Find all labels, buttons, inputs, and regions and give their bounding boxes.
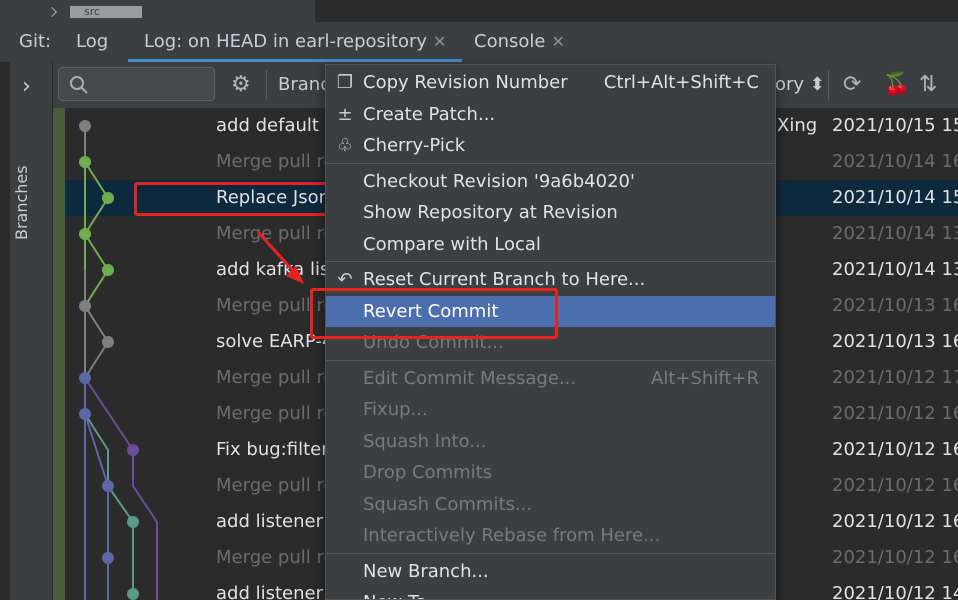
menu-item-fixup[interactable]: Fixup...: [326, 394, 775, 425]
menu-item-squash-into[interactable]: Squash Into...: [326, 426, 775, 457]
menu-item-label: Squash Into...: [363, 430, 487, 452]
menu-item-label: Edit Commit Message...: [363, 367, 577, 389]
menu-item-label: New Ta: [363, 587, 427, 599]
expand-chevron-icon[interactable]: ›: [22, 74, 31, 99]
menu-item-copy-revision-number[interactable]: ❐ Copy Revision Number Ctrl+Alt+Shift+C: [326, 67, 775, 98]
menu-item-label: Cherry-Pick: [363, 135, 466, 156]
commit-message: Merge pull re: [216, 475, 335, 496]
annotation-highlight-revert: [310, 288, 558, 339]
menu-item-label: Show Repository at Revision: [363, 202, 618, 223]
tab-console-label: Console: [474, 31, 546, 52]
commit-message: add listener f: [216, 583, 336, 600]
menu-item-label: Fixup...: [363, 399, 428, 420]
menu-item-label: Checkout Revision '9a6b4020': [363, 170, 635, 192]
commit-date: 2021/10/12 16: [832, 547, 958, 568]
search-input[interactable]: [58, 67, 215, 101]
divider: [828, 70, 829, 100]
menu-separator: [326, 261, 775, 262]
patch-icon: ±: [337, 103, 353, 125]
commit-date: 2021/10/12 16: [832, 403, 958, 424]
folder-label: src: [84, 5, 101, 18]
menu-item-checkout-revision-9a6b4020[interactable]: Checkout Revision '9a6b4020': [326, 166, 775, 197]
menu-item-new-branch[interactable]: New Branch...: [326, 556, 775, 587]
menu-item-label: Interactively Rebase from Here...: [363, 525, 661, 546]
commit-date: 2021/10/12 14: [832, 583, 958, 600]
commit-message: Merge pull re: [216, 223, 335, 244]
menu-item-label: Compare with Local: [363, 233, 541, 255]
menu-item-drop-commits[interactable]: Drop Commits: [326, 457, 775, 488]
branches-sidebar: › Branches: [10, 62, 53, 600]
menu-item-show-repository-at-revision[interactable]: Show Repository at Revision: [326, 197, 775, 228]
tab-log-head[interactable]: Log: on HEAD in earl-repository ✕: [128, 22, 463, 62]
branch-graph-column: [53, 108, 65, 600]
commit-date: 2021/10/14 13: [832, 259, 958, 280]
branch-filter[interactable]: Branc: [278, 74, 330, 95]
commit-message: add kafka lis: [216, 259, 330, 280]
menu-item-label: New Branch...: [363, 560, 489, 582]
commit-date: 2021/10/14 16: [832, 151, 958, 172]
menu-item-squash-commits[interactable]: Squash Commits...: [326, 489, 775, 520]
menu-separator: [326, 162, 775, 164]
menu-item-shortcut: Alt+Shift+R: [651, 367, 759, 389]
menu-item-create-patch[interactable]: ± Create Patch...: [326, 99, 775, 130]
commit-date: 2021/10/12 16: [832, 439, 958, 460]
tool-window-tabbar: Git: Log Log: on HEAD in earl-repository…: [0, 22, 958, 63]
menu-item-label: Copy Revision Number: [363, 72, 568, 93]
menu-item-new-ta[interactable]: New Ta: [326, 587, 775, 599]
gear-icon[interactable]: ⚙: [231, 72, 251, 97]
menu-item-cherry-pick[interactable]: ♧ Cherry-Pick: [326, 130, 775, 161]
sort-icon[interactable]: ⇅: [919, 72, 937, 97]
commit-date: 2021/10/14 15: [832, 187, 958, 208]
commit-date: 2021/10/15 15: [832, 115, 958, 136]
commit-date: 2021/10/12 17: [832, 367, 958, 388]
menu-item-label: Drop Commits: [363, 462, 493, 483]
commit-date: 2021/10/14 13: [832, 223, 958, 244]
cherry-icon: ♧: [336, 135, 354, 156]
left-gutter: [0, 62, 10, 600]
commit-message: Merge pull re: [216, 367, 335, 388]
tab-log-head-label: Log: on HEAD in earl-repository: [144, 31, 428, 52]
copy-icon: ❐: [336, 72, 354, 93]
tab-log-label: Log: [76, 31, 109, 52]
menu-item-shortcut: Ctrl+Alt+Shift+C: [603, 72, 759, 93]
close-icon[interactable]: ✕: [433, 32, 446, 51]
project-tree-strip: src: [0, 0, 958, 22]
menu-item-label: Squash Commits...: [363, 493, 533, 515]
commit-message: Merge pull re: [216, 547, 335, 568]
commit-message: Merge pull re: [216, 403, 335, 424]
menu-item-compare-with-local[interactable]: Compare with Local: [326, 229, 775, 260]
tab-log[interactable]: Log: [76, 22, 108, 62]
folder-src[interactable]: src: [70, 6, 142, 18]
menu-item-label: Create Patch...: [363, 103, 496, 125]
commit-date: 2021/10/12 16: [832, 475, 958, 496]
repository-filter[interactable]: ory ⬍: [775, 74, 825, 95]
menu-separator: [326, 552, 775, 554]
menu-item-interactively-rebase-from-here[interactable]: Interactively Rebase from Here...: [326, 520, 775, 551]
menu-separator: [326, 359, 775, 361]
commit-date: 2021/10/13 16: [832, 295, 958, 316]
tab-console[interactable]: Console ✕: [474, 22, 565, 62]
search-icon: [70, 76, 88, 94]
divider: [266, 70, 267, 100]
commit-date: 2021/10/13 16: [832, 331, 958, 352]
commit-author: Xing: [777, 115, 818, 136]
refresh-icon[interactable]: ⟳: [843, 72, 861, 97]
commit-message: Merge pull re: [216, 151, 335, 172]
git-label: Git:: [19, 31, 52, 52]
branches-toggle[interactable]: Branches: [12, 165, 31, 240]
menu-item-edit-commit-message[interactable]: Edit Commit Message... Alt+Shift+R: [326, 363, 775, 394]
close-icon[interactable]: ✕: [551, 32, 564, 51]
project-tree-panel: src: [0, 0, 315, 22]
commit-message: add default v: [216, 115, 336, 136]
cherry-pick-icon[interactable]: 🍒: [883, 72, 910, 97]
commit-message: Fix bug:filter: [216, 439, 329, 460]
commit-date: 2021/10/12 16: [832, 511, 958, 532]
annotation-highlight-commit: [134, 182, 342, 216]
commit-message: add listener f: [216, 511, 336, 532]
